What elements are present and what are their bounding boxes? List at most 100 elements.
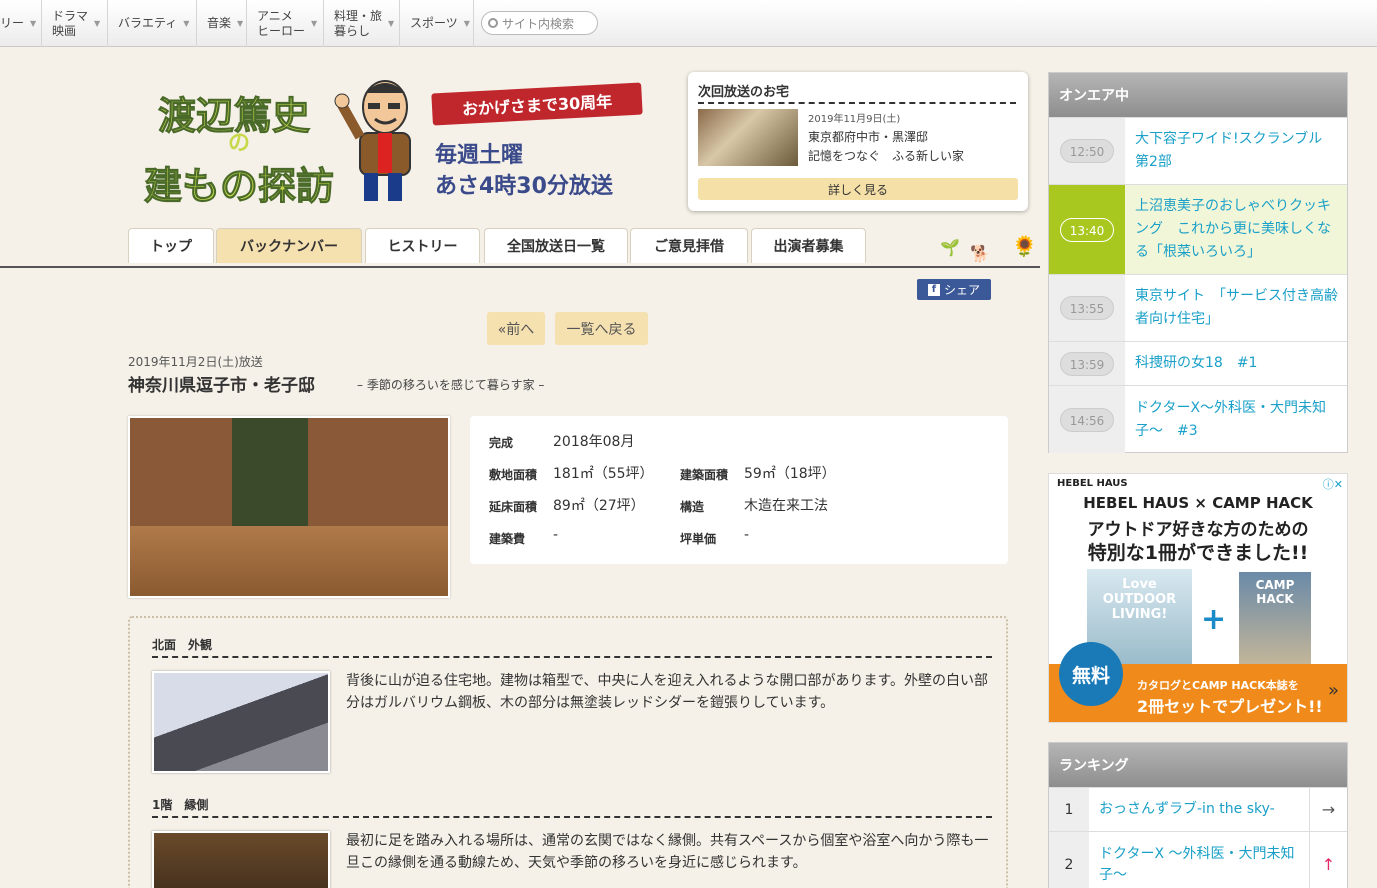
nav-label: ドラマ 映画 [52, 8, 89, 38]
on-air-item[interactable]: 13:59 科捜研の女18 #1 [1049, 341, 1347, 385]
tab-broadcast-dates[interactable]: 全国放送日一覧 [484, 228, 628, 263]
spec-label: 構造 [680, 500, 705, 514]
tab-casting[interactable]: 出演者募集 [751, 228, 866, 263]
time-badge: 13:59 [1060, 351, 1114, 376]
nav-label: 料理・旅 暮らし [334, 8, 383, 38]
next-broadcast-location[interactable]: 東京都府中市・黒澤邸 [808, 128, 928, 145]
global-nav: リー ▼ ドラマ 映画 ▼ バラエティ ▼ 音楽 ▼ アニメ ヒーロー ▼ 料理・旅 暮ら… [0, 0, 1377, 47]
ranking-heading: ランキング [1049, 743, 1347, 787]
chevron-down-icon: ▼ [94, 19, 101, 28]
on-air-title[interactable]: 科捜研の女18 #1 [1135, 342, 1340, 385]
ranking-item[interactable]: 1 おっさんずラブ-in the sky- → [1049, 787, 1347, 831]
tab-back-number[interactable]: バックナンバー [216, 228, 362, 263]
photo-caption: 背後に山が迫る住宅地。建物は箱型で、中央に人を迎え入れるような開口部があります。… [346, 673, 989, 711]
spec-value: 木造在来工法 [744, 498, 828, 514]
ad-headline: 特別な1冊ができました!! [1087, 542, 1309, 564]
photo-gallery: 北面 外観 背後に山が迫る住宅地。建物は箱型で、中央に人を迎え入れるような開口部… [128, 616, 1008, 888]
program-logo[interactable]: 渡辺篤史 の 建もの探訪 おかげさまで30周年 毎週土曜 あさ4時30分放送 [140, 70, 650, 210]
nav-item-music[interactable]: 音楽 ▼ [197, 0, 247, 47]
nav-item-cooking[interactable]: 料理・旅 暮らし ▼ [324, 0, 400, 47]
on-air-title[interactable]: 大下容子ワイド!スクランブル 第2部 [1135, 118, 1340, 184]
trend-flat-icon: → [1309, 788, 1347, 831]
nav-label: 音楽 [207, 16, 232, 30]
time-badge: 12:50 [1060, 139, 1114, 163]
next-broadcast-card: 次回放送のお宅 2019年11月9日(土) 東京都府中市・黒澤邸 記憶をつなぐ … [688, 72, 1028, 211]
dog-icon: 🐕 [970, 244, 990, 263]
nav-item-drama[interactable]: ドラマ 映画 ▼ [42, 0, 108, 47]
photo-caption: 最初に足を踏み入れる場所は、通常の玄関ではなく縁側。共有スペースから個室や浴室へ… [346, 833, 989, 871]
site-search-input[interactable]: サイト内検索 [481, 11, 598, 35]
rank-number: 1 [1049, 788, 1089, 831]
on-air-item[interactable]: 12:50 大下容子ワイド!スクランブル 第2部 [1049, 117, 1347, 184]
on-air-item[interactable]: 14:56 ドクターX～外科医・大門未知子～ #3 [1049, 385, 1347, 453]
back-to-list-button[interactable]: 一覧へ戻る [555, 312, 648, 345]
spec-value: - [553, 527, 559, 543]
episode-subtitle: – 季節の移ろいを感じて暮らす家 – [357, 378, 545, 392]
logo-title-no: の [228, 130, 251, 156]
ranking-item[interactable]: 2 ドクターX ～外科医・大門未知子～ ↑ [1049, 831, 1347, 888]
chevron-down-icon: ▼ [237, 19, 244, 28]
advertisement-banner[interactable]: HEBEL HAUS ⓘ✕ HEBEL HAUS × CAMP HACK アウト… [1048, 473, 1348, 723]
photo-engawa[interactable] [152, 831, 330, 888]
share-label: シェア [943, 283, 980, 297]
broadcast-schedule: 毎週土曜 あさ4時30分放送 [435, 140, 650, 202]
nav-label: スポーツ [410, 16, 458, 30]
ad-offer-text: カタログとCAMP HACK本誌を [1137, 679, 1299, 692]
ad-info-icon[interactable]: ⓘ✕ [1323, 476, 1343, 492]
on-air-time: 13:40 [1049, 185, 1125, 274]
photo-north-exterior[interactable] [152, 671, 330, 773]
photo-heading: 北面 外観 [152, 638, 213, 652]
facebook-icon: f [927, 283, 940, 296]
spec-label: 完成 [489, 436, 514, 450]
tab-history[interactable]: ヒストリー [365, 228, 480, 263]
spec-value: 89㎡（27坪） [553, 498, 645, 514]
prev-button[interactable]: «前へ [487, 312, 545, 345]
on-air-title[interactable]: 上沼恵美子のおしゃべりクッキング これから更に美味しくなる「根菜いろいろ」 [1135, 185, 1340, 274]
on-air-time: 12:50 [1049, 118, 1125, 184]
rank-number: 2 [1049, 832, 1089, 888]
plus-icon: + [1201, 602, 1227, 637]
time-badge: 13:40 [1060, 217, 1114, 242]
spec-label: 坪単価 [680, 532, 717, 546]
nav-label: リー [0, 16, 25, 30]
rank-title[interactable]: ドクターX ～外科医・大門未知子～ [1099, 832, 1304, 888]
trend-up-icon: ↑ [1309, 832, 1347, 888]
ad-magazine-image: CAMP HACK [1239, 572, 1311, 670]
on-air-item[interactable]: 13:55 東京サイト 「サービス付き高齢者向け住宅」 [1049, 274, 1347, 341]
next-house-thumbnail[interactable] [698, 109, 798, 166]
nav-item-sports[interactable]: スポーツ ▼ [400, 0, 474, 47]
time-badge: 13:55 [1060, 296, 1114, 320]
on-air-panel: オンエア中 12:50 大下容子ワイド!スクランブル 第2部 13:40 上沼恵… [1048, 72, 1348, 453]
house-spec-table: 完成 2018年08月 敷地面積 181㎡（55坪） 建築面積 59㎡（18坪）… [470, 416, 1008, 564]
details-button[interactable]: 詳しく見る [698, 178, 1018, 200]
on-air-title[interactable]: 東京サイト 「サービス付き高齢者向け住宅」 [1135, 275, 1340, 341]
next-broadcast-description: 記憶をつなぐ ふる新しい家 [808, 149, 965, 163]
spec-value: 181㎡（55坪） [553, 466, 654, 482]
spec-label: 建築面積 [680, 468, 729, 482]
episode-date: 2019年11月2日(土)放送 [128, 355, 263, 369]
time-badge: 14:56 [1060, 407, 1114, 432]
episode-main-photo[interactable] [128, 416, 450, 598]
divider [152, 656, 992, 658]
nav-item-variety[interactable]: バラエティ ▼ [108, 0, 197, 47]
tab-opinions[interactable]: ご意見拝借 [630, 228, 748, 263]
on-air-heading: オンエア中 [1049, 73, 1347, 117]
nav-label: バラエティ [118, 16, 178, 30]
rank-title[interactable]: おっさんずラブ-in the sky- [1099, 788, 1304, 831]
on-air-item-current[interactable]: 13:40 上沼恵美子のおしゃべりクッキング これから更に美味しくなる「根菜いろ… [1049, 184, 1347, 274]
facebook-share-button[interactable]: f シェア [917, 279, 991, 300]
nav-item-documentary[interactable]: リー ▼ [0, 0, 42, 47]
on-air-title[interactable]: ドクターX～外科医・大門未知子～ #3 [1135, 386, 1340, 453]
ad-headline: HEBEL HAUS × CAMP HACK [1083, 494, 1313, 512]
tab-top[interactable]: トップ [128, 228, 214, 263]
chevron-down-icon: ▼ [30, 19, 37, 28]
spec-value: 2018年08月 [553, 434, 635, 450]
sunflower-icon: 🌻 [1012, 234, 1037, 258]
search-icon [488, 18, 498, 28]
logo-title-line2: 建もの探訪 [143, 163, 335, 209]
ad-headline: アウトドア好きな方のための [1087, 520, 1309, 540]
episode-title: 神奈川県逗子市・老子邸 [128, 376, 315, 396]
on-air-time: 13:59 [1049, 342, 1125, 385]
nav-item-anime[interactable]: アニメ ヒーロー ▼ [247, 0, 324, 47]
on-air-time: 14:56 [1049, 386, 1125, 453]
